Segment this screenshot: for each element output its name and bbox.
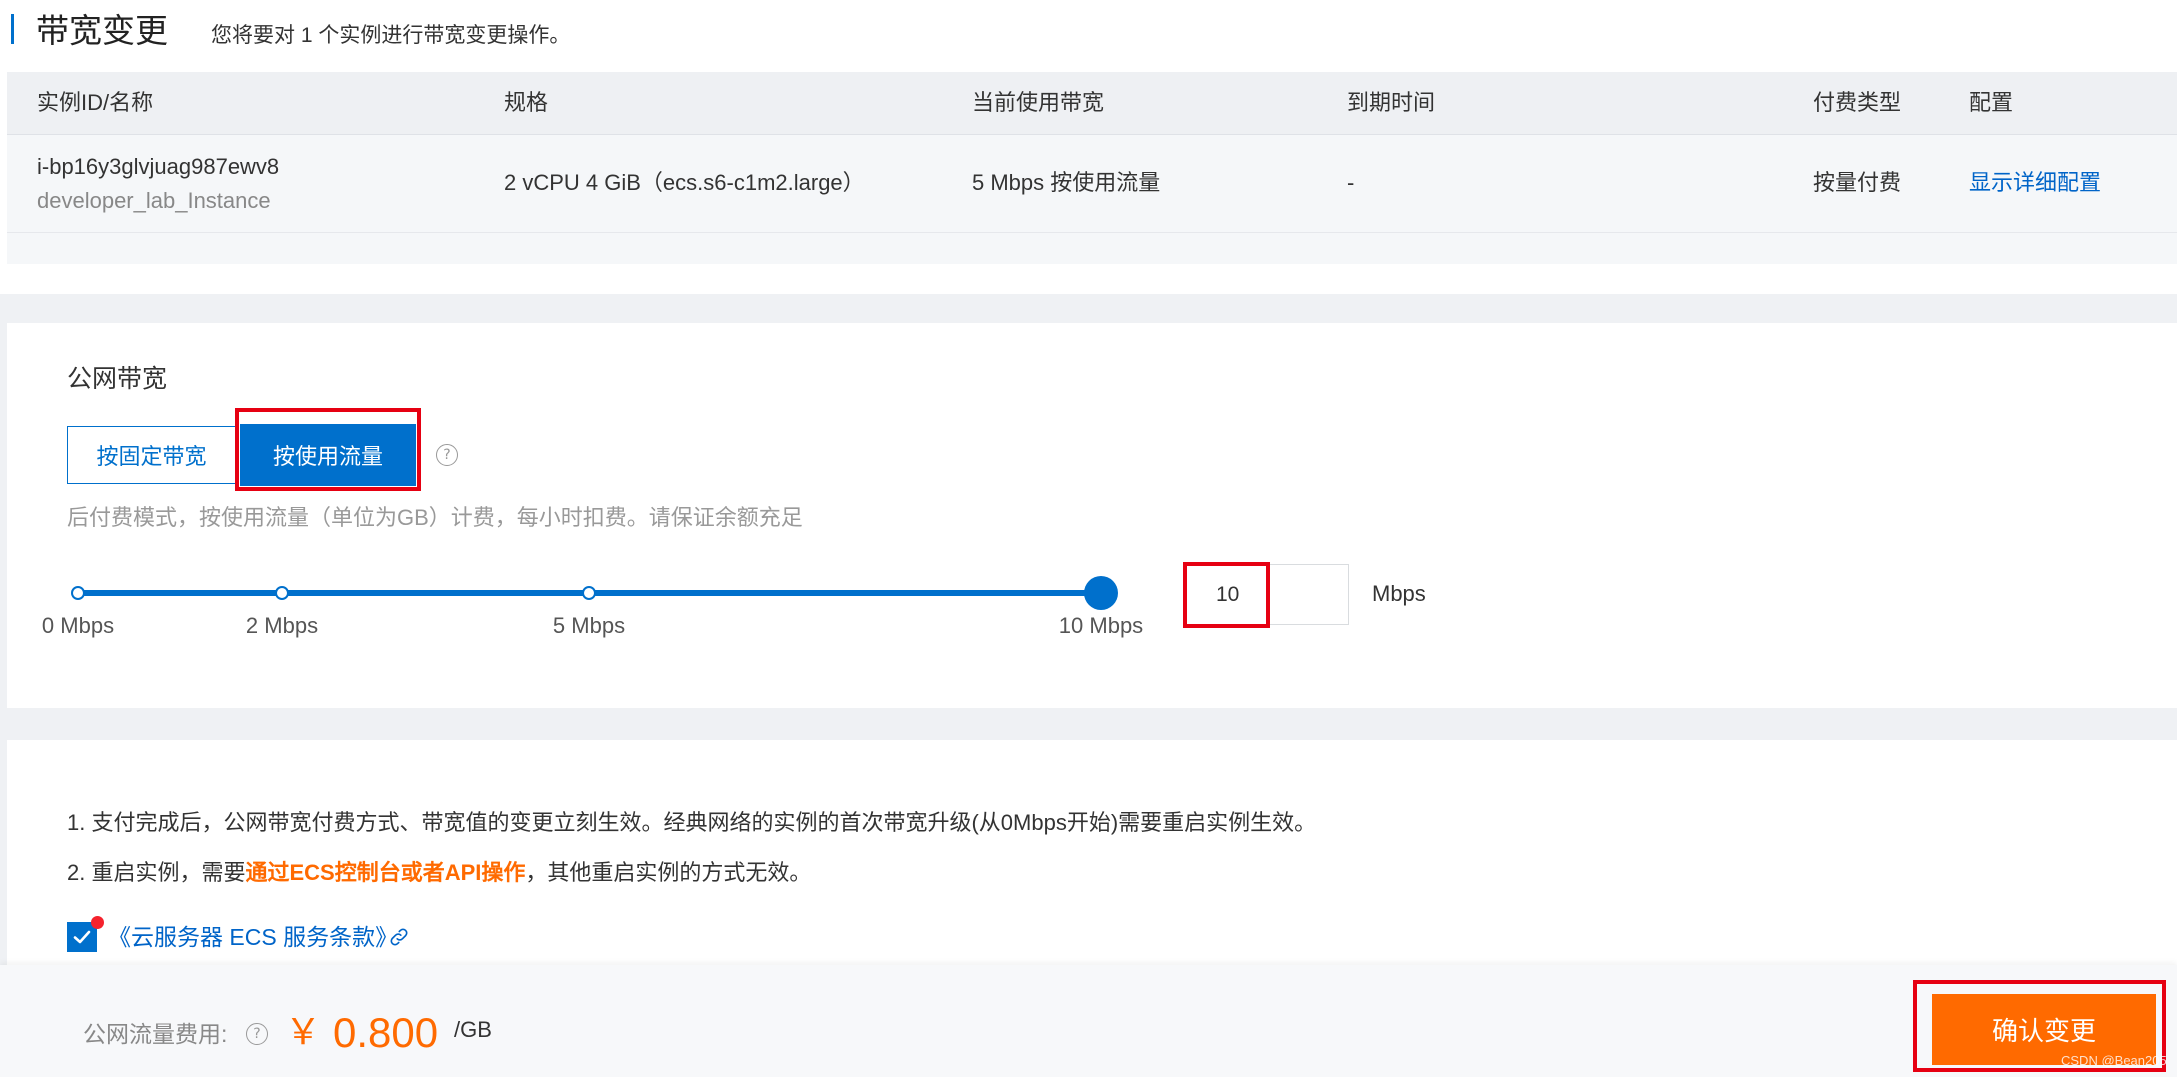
slider-mark-label: 5 Mbps (552, 613, 626, 638)
terms-link[interactable]: 《云服务器 ECS 服务条款》 (108, 923, 398, 951)
table-header: 实例ID/名称 规格 当前使用带宽 到期时间 付费类型 配置 (7, 72, 2177, 135)
link-icon[interactable] (388, 926, 410, 948)
current-bandwidth: 5 Mbps 按使用流量 (972, 170, 1161, 195)
billing-type: 按量付费 (1813, 170, 1902, 195)
price-unit: /GB (454, 1017, 492, 1042)
billing-description: 后付费模式，按使用流量（单位为GB）计费，每小时扣费。请保证余额充足 (67, 505, 803, 530)
slider-mark-label: 10 Mbps (1058, 613, 1144, 638)
instance-id: i-bp16y3glvjuag987ewv8 (37, 154, 280, 179)
note-highlight: 通过ECS控制台或者API操作 (245, 860, 526, 885)
bandwidth-slider[interactable]: 0 Mbps 2 Mbps 5 Mbps 10 Mbps (42, 573, 1143, 653)
instance-spec: 2 vCPU 4 GiB（ecs.s6-c1m2.large） (504, 170, 865, 195)
note-line-2: 2. 重启实例，需要通过ECS控制台或者API操作，其他重启实例的方式无效。 (67, 858, 811, 888)
help-icon[interactable] (436, 444, 458, 466)
show-config-link[interactable]: 显示详细配置 (1969, 169, 2101, 197)
currency-symbol: ￥ (285, 1011, 322, 1052)
slider-mark-dot[interactable] (71, 586, 85, 600)
note-line-2-suffix: ，其他重启实例的方式无效。 (525, 860, 812, 885)
column-header-billing: 付费类型 (1813, 90, 1902, 115)
notification-dot (91, 916, 104, 929)
note-line-2-prefix: 2. 重启实例，需要 (67, 860, 246, 885)
notes-card: 1. 支付完成后，公网带宽付费方式、带宽值的变更立刻生效。经典网络的实例的首次带… (7, 740, 2177, 965)
fee-label: 公网流量费用: (83, 1021, 228, 1047)
table-row: i-bp16y3glvjuag987ewv8 developer_lab_Ins… (7, 135, 2177, 233)
column-header-instance: 实例ID/名称 (37, 90, 154, 115)
option-pay-by-traffic[interactable]: 按使用流量 (240, 424, 416, 486)
public-bandwidth-card: 公网带宽 按固定带宽 按使用流量 后付费模式，按使用流量（单位为GB）计费，每小… (7, 323, 2177, 708)
slider-mark-label: 0 Mbps (41, 613, 115, 638)
bandwidth-input[interactable]: 10 (1183, 564, 1349, 625)
column-header-config: 配置 (1969, 90, 2014, 115)
instance-name: developer_lab_Instance (37, 188, 271, 213)
slider-mark-dot[interactable] (275, 586, 289, 600)
help-icon[interactable] (246, 1023, 268, 1045)
slider-mark-dot[interactable] (582, 586, 596, 600)
column-header-spec: 规格 (504, 90, 549, 115)
checkmark-icon (73, 930, 91, 944)
instance-table: 实例ID/名称 规格 当前使用带宽 到期时间 付费类型 配置 i-bp16y3g… (7, 72, 2177, 264)
bandwidth-unit: Mbps (1372, 581, 1426, 606)
expire-time: - (1347, 170, 1355, 195)
note-line-1: 1. 支付完成后，公网带宽付费方式、带宽值的变更立刻生效。经典网络的实例的首次带… (67, 810, 1317, 835)
slider-handle[interactable] (1084, 576, 1118, 610)
section-title: 公网带宽 (67, 365, 168, 393)
title-accent-bar (11, 14, 14, 44)
page-title: 带宽变更 (36, 12, 168, 49)
option-fixed-bandwidth[interactable]: 按固定带宽 (67, 426, 236, 484)
footer-bar: 公网流量费用: ￥ 0.800 /GB 确认变更 CSDN @Bean205 (0, 965, 2177, 1077)
slider-mark-label: 2 Mbps (245, 613, 319, 638)
price-value: 0.800 (333, 1009, 439, 1056)
column-header-expire: 到期时间 (1347, 90, 1436, 115)
instance-summary-card: 带宽变更 您将要对 1 个实例进行带宽变更操作。 实例ID/名称 规格 当前使用… (0, 0, 2177, 294)
watermark: CSDN @Bean205 (2061, 1053, 2167, 1068)
page-subtitle: 您将要对 1 个实例进行带宽变更操作。 (211, 24, 571, 47)
column-header-bandwidth: 当前使用带宽 (972, 90, 1105, 115)
